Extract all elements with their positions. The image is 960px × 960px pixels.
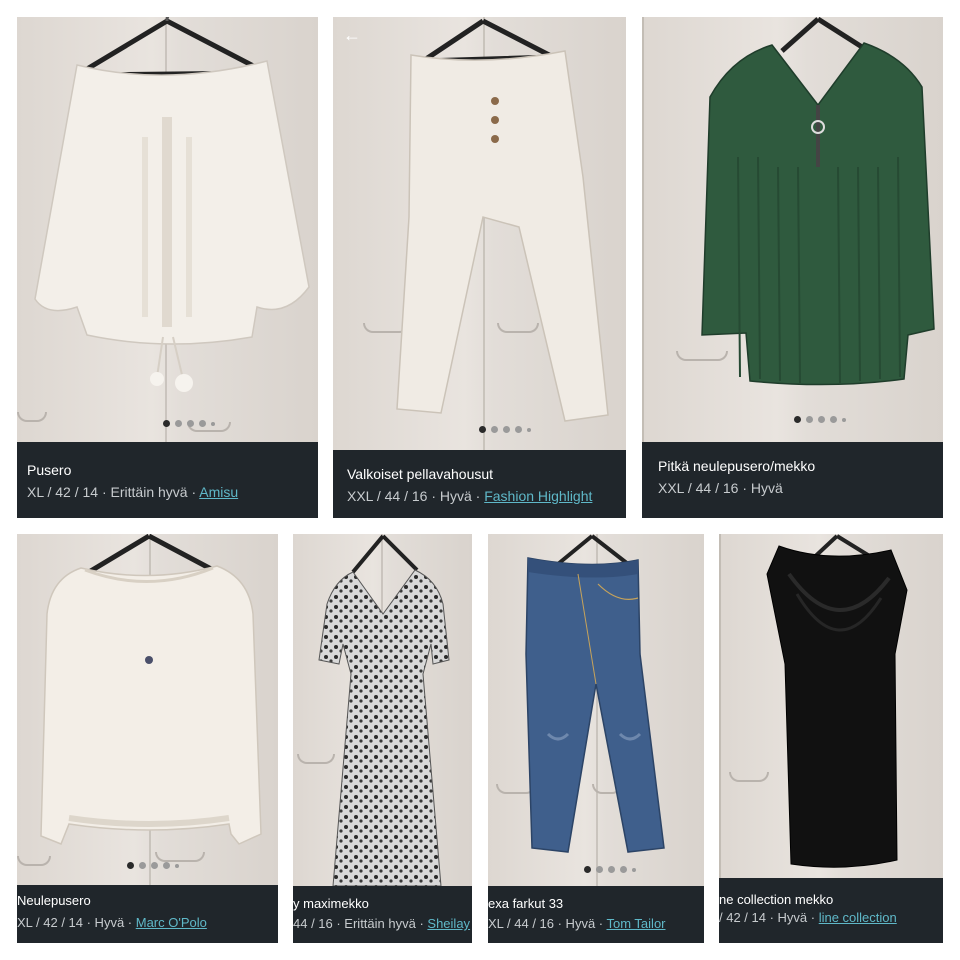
brand-link[interactable]: line collection xyxy=(819,910,897,925)
carousel-dot[interactable] xyxy=(127,862,134,869)
listing-meta: 44 / 16 · Erittäin hyvä · Sheilay xyxy=(293,916,470,931)
carousel-dot[interactable] xyxy=(139,862,146,869)
carousel-dot[interactable] xyxy=(794,416,801,423)
carousel-dot[interactable] xyxy=(151,862,158,869)
listing-details: XL / 44 / 16 · Hyvä · xyxy=(488,916,607,931)
listing-card-pellavahousut[interactable]: ← Valkoiset pellavahousut XXL / 44 / 16 … xyxy=(333,17,626,518)
listing-photo[interactable] xyxy=(719,534,943,878)
listing-meta: / 42 / 14 · Hyvä · line collection xyxy=(719,910,897,925)
listing-title: y maximekko xyxy=(293,896,369,911)
blue-jeans-image xyxy=(525,557,665,853)
listing-photo[interactable] xyxy=(293,534,472,886)
listing-title: Pitkä neulepusero/mekko xyxy=(658,458,816,474)
carousel-dot[interactable] xyxy=(620,866,627,873)
carousel-dots[interactable] xyxy=(163,420,215,427)
listing-photo[interactable] xyxy=(488,534,704,886)
listing-card-neulepusero-mekko[interactable]: Pitkä neulepusero/mekko XXL / 44 / 16 · … xyxy=(642,17,943,518)
brand-link[interactable]: Tom Tailor xyxy=(607,916,666,931)
listing-info[interactable]: Valkoiset pellavahousut XXL / 44 / 16 · … xyxy=(333,450,626,518)
listing-info[interactable]: Pusero XL / 42 / 14 · Erittäin hyvä · Am… xyxy=(17,442,318,518)
listing-card-pusero[interactable]: Pusero XL / 42 / 14 · Erittäin hyvä · Am… xyxy=(17,17,318,518)
listing-info[interactable]: ne collection mekko / 42 / 14 · Hyvä · l… xyxy=(719,878,943,943)
listing-details: XXL / 44 / 16 · Hyvä · xyxy=(347,488,485,504)
carousel-dot[interactable] xyxy=(584,866,591,873)
carousel-dot[interactable] xyxy=(491,426,498,433)
carousel-dot[interactable] xyxy=(830,416,837,423)
listing-details: 44 / 16 · Erittäin hyvä · xyxy=(293,916,428,931)
carousel-dot[interactable] xyxy=(515,426,522,433)
listing-info[interactable]: Pitkä neulepusero/mekko XXL / 44 / 16 · … xyxy=(642,442,943,518)
carousel-dot[interactable] xyxy=(818,416,825,423)
brand-link[interactable]: Amisu xyxy=(199,484,238,500)
black-dress-image xyxy=(766,545,908,868)
listing-meta: XXL / 44 / 16 · Hyvä · Fashion Highlight xyxy=(347,488,592,504)
listing-details: / 42 / 14 · Hyvä · xyxy=(719,910,819,925)
listing-details: XL / 42 / 14 · Erittäin hyvä · xyxy=(27,484,200,500)
listing-meta: XL / 42 / 14 · Hyvä · Marc O'Polo xyxy=(17,915,207,930)
listing-title: Pusero xyxy=(27,462,72,478)
carousel-dot[interactable] xyxy=(163,420,170,427)
listing-photo[interactable] xyxy=(17,534,278,885)
carousel-dot[interactable] xyxy=(175,863,179,868)
listing-details: XXL / 44 / 16 · Hyvä xyxy=(658,480,783,496)
listing-info[interactable]: Neulepusero XL / 42 / 14 · Hyvä · Marc O… xyxy=(17,885,278,943)
white-blouse-image xyxy=(34,60,310,392)
carousel-dot[interactable] xyxy=(806,416,813,423)
green-knit-dress-image xyxy=(701,42,935,386)
carousel-dot[interactable] xyxy=(211,421,215,426)
listing-card-collection-mekko[interactable]: ne collection mekko / 42 / 14 · Hyvä · l… xyxy=(719,534,943,943)
listing-card-maximekko[interactable]: y maximekko 44 / 16 · Erittäin hyvä · Sh… xyxy=(293,534,472,943)
carousel-dots[interactable] xyxy=(127,862,179,869)
listing-title: Valkoiset pellavahousut xyxy=(347,466,494,482)
carousel-dot[interactable] xyxy=(503,426,510,433)
listing-photo[interactable]: ← xyxy=(333,17,626,450)
carousel-dot[interactable] xyxy=(596,866,603,873)
listing-card-neulepusero[interactable]: Neulepusero XL / 42 / 14 · Hyvä · Marc O… xyxy=(17,534,278,943)
linen-trousers-image xyxy=(396,50,609,422)
carousel-dot[interactable] xyxy=(608,866,615,873)
listing-card-farkut[interactable]: exa farkut 33 XL / 44 / 16 · Hyvä · Tom … xyxy=(488,534,704,943)
listing-title: Neulepusero xyxy=(17,893,91,908)
carousel-dots[interactable] xyxy=(479,426,531,433)
brand-link[interactable]: Marc O'Polo xyxy=(136,915,207,930)
carousel-dot[interactable] xyxy=(199,420,206,427)
brand-link[interactable]: Fashion Highlight xyxy=(484,488,592,504)
carousel-dot[interactable] xyxy=(632,867,636,872)
carousel-dot[interactable] xyxy=(187,420,194,427)
listing-details: XL / 42 / 14 · Hyvä · xyxy=(17,915,136,930)
carousel-dots[interactable] xyxy=(584,866,636,873)
cream-sweater-image xyxy=(40,565,262,845)
listing-title: ne collection mekko xyxy=(719,892,834,907)
listing-title: exa farkut 33 xyxy=(488,896,564,911)
carousel-dot[interactable] xyxy=(479,426,486,433)
carousel-dot[interactable] xyxy=(175,420,182,427)
listing-meta: XL / 44 / 16 · Hyvä · Tom Tailor xyxy=(488,916,666,931)
carousel-dot[interactable] xyxy=(842,417,846,422)
listing-photo[interactable] xyxy=(17,17,318,442)
listing-photo[interactable] xyxy=(642,17,943,442)
listing-meta: XXL / 44 / 16 · Hyvä xyxy=(658,480,783,496)
brand-link[interactable]: Sheilay xyxy=(427,916,470,931)
carousel-dot[interactable] xyxy=(527,427,531,432)
carousel-dots[interactable] xyxy=(794,416,846,423)
listing-info[interactable]: exa farkut 33 XL / 44 / 16 · Hyvä · Tom … xyxy=(488,886,704,943)
carousel-dot[interactable] xyxy=(163,862,170,869)
listing-meta: XL / 42 / 14 · Erittäin hyvä · Amisu xyxy=(27,484,238,500)
patterned-maxi-dress-image xyxy=(318,569,450,886)
listing-info[interactable]: y maximekko 44 / 16 · Erittäin hyvä · Sh… xyxy=(293,886,472,943)
